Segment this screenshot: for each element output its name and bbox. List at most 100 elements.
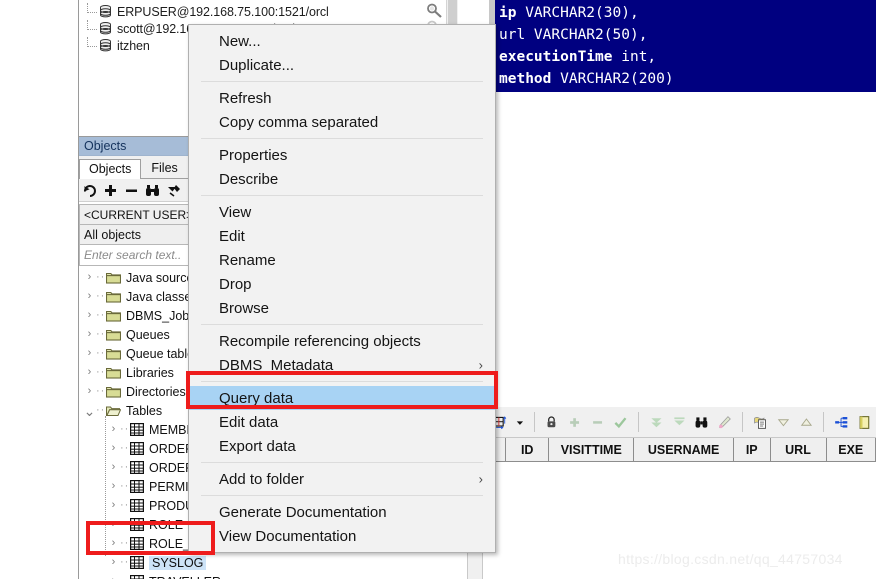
chevron-right-icon[interactable]: › (107, 477, 120, 496)
tree-branch-line: ·· (120, 537, 130, 549)
chevron-right-icon[interactable]: › (107, 572, 120, 579)
tree-branch-line (87, 20, 97, 30)
chevron-right-icon[interactable]: › (107, 515, 120, 534)
commit-check-icon[interactable] (613, 413, 628, 432)
chevron-right-icon[interactable]: › (107, 439, 120, 458)
connection-label: itzhen (117, 38, 150, 53)
menu-separator (201, 462, 483, 463)
chevron-right-icon[interactable]: › (107, 420, 120, 439)
menu-item-describe[interactable]: Describe (189, 167, 495, 191)
menu-item-query-data[interactable]: Query data (189, 386, 495, 410)
refresh-icon[interactable] (82, 183, 97, 198)
folder-icon (106, 386, 121, 398)
menu-item-refresh[interactable]: Refresh (189, 86, 495, 110)
chevron-down-icon[interactable]: ⌄ (83, 404, 96, 418)
menu-item-rename[interactable]: Rename (189, 248, 495, 272)
menu-item-view[interactable]: View (189, 200, 495, 224)
chevron-right-icon[interactable]: › (107, 534, 120, 553)
menu-item-export-data[interactable]: Export data (189, 434, 495, 458)
export-down-icon[interactable] (649, 413, 664, 432)
add-icon[interactable] (103, 183, 118, 198)
menu-item-edit[interactable]: Edit (189, 224, 495, 248)
chevron-right-icon[interactable]: › (83, 382, 96, 401)
menu-item-recompile-referencing-objects[interactable]: Recompile referencing objects (189, 329, 495, 353)
sql-type-text: VARCHAR2(50), (525, 27, 648, 43)
menu-item-view-documentation[interactable]: View Documentation (189, 524, 495, 548)
menu-item-label: Properties (219, 146, 288, 164)
grid-column-header[interactable]: VISITTIME (549, 438, 635, 461)
tree-branch-line: ·· (120, 518, 130, 530)
chevron-right-icon[interactable]: › (83, 325, 96, 344)
highlight-icon[interactable] (717, 413, 732, 432)
grid-column-header[interactable]: URL (770, 438, 827, 461)
menu-item-properties[interactable]: Properties (189, 143, 495, 167)
tree-item-label: SYSLOG (149, 555, 207, 570)
menu-item-dbms-metadata[interactable]: DBMS_Metadata › (189, 353, 495, 377)
tree-branch-line: ·· (120, 556, 130, 568)
tab-files[interactable]: Files (141, 158, 188, 178)
menu-item-label: Recompile referencing objects (219, 332, 421, 350)
sql-identifier: method (499, 71, 552, 87)
menu-item-new[interactable]: New... (189, 29, 495, 53)
remove-row-icon[interactable] (590, 413, 605, 432)
menu-item-drop[interactable]: Drop (189, 272, 495, 296)
tree-branch-line: ·· (96, 290, 106, 302)
tree-branch-line: ·· (96, 347, 106, 359)
chevron-right-icon[interactable]: › (83, 306, 96, 325)
menu-item-copy-comma-separated[interactable]: Copy comma separated (189, 110, 495, 134)
sort-asc-icon[interactable] (799, 413, 814, 432)
filter-icon[interactable] (166, 183, 181, 198)
grid-column-header[interactable]: ID (506, 438, 550, 461)
tree-branch-line: ·· (120, 423, 130, 435)
chevron-right-icon[interactable]: › (107, 496, 120, 515)
chevron-right-icon[interactable]: › (83, 268, 96, 287)
grid-column-header[interactable]: EXE (826, 438, 876, 461)
menu-item-label: Refresh (219, 89, 272, 107)
grid-column-header[interactable]: IP (733, 438, 771, 461)
app-root: ERPUSER@192.168.75.100:1521/orclscott@19… (0, 0, 876, 579)
tree-item-label: Libraries (126, 365, 174, 380)
binoculars-icon[interactable] (694, 413, 709, 432)
tree-branch-line: ·· (96, 328, 106, 340)
database-icon (100, 5, 111, 18)
fetch-all-icon[interactable] (672, 413, 687, 432)
object-context-menu[interactable]: New... Duplicate... Refresh Copy comma sepa… (188, 24, 496, 553)
tab-objects[interactable]: Objects (79, 159, 142, 179)
chevron-right-icon[interactable]: › (83, 344, 96, 363)
sql-identifier: executionTime (499, 49, 613, 65)
relations-icon[interactable] (834, 413, 849, 432)
menu-item-edit-data[interactable]: Edit data (189, 410, 495, 434)
tree-item-syslog[interactable]: › ·· SYSLOG (79, 553, 459, 572)
lock-icon[interactable] (544, 413, 559, 432)
connection-item[interactable]: ERPUSER@192.168.75.100:1521/orcl (79, 3, 459, 20)
result-grid-toolbar (489, 407, 876, 438)
menu-item-browse[interactable]: Browse (189, 296, 495, 320)
magnifier-icon[interactable] (426, 2, 443, 19)
sort-desc-icon[interactable] (776, 413, 791, 432)
tree-branch-line: ·· (120, 572, 130, 579)
remove-icon[interactable] (124, 183, 139, 198)
menu-item-generate-documentation[interactable]: Generate Documentation (189, 500, 495, 524)
tree-item-traveller[interactable]: ›·· TRAVELLER (79, 572, 459, 579)
tree-branch-line: ·· (96, 404, 106, 416)
menu-item-duplicate[interactable]: Duplicate... (189, 53, 495, 77)
dropdown-arrow-icon[interactable] (516, 413, 524, 432)
menu-item-label: Drop (219, 275, 252, 293)
chevron-right-icon[interactable]: › (83, 363, 96, 382)
tree-branch-line (87, 3, 97, 13)
tree-item-label: Directories (126, 384, 186, 399)
notes-icon[interactable] (857, 413, 872, 432)
menu-item-add-to-folder[interactable]: Add to folder › (189, 467, 495, 491)
menu-item-label: Rename (219, 251, 276, 269)
sql-identifier: url (499, 27, 526, 43)
grid-column-header[interactable]: USERNAME (634, 438, 734, 461)
tree-branch-line: ·· (96, 385, 106, 397)
sql-editor[interactable]: ip VARCHAR2(30), url VARCHAR2(50), execu… (489, 0, 876, 92)
add-row-icon[interactable] (567, 413, 582, 432)
copy-paste-icon[interactable] (753, 413, 768, 432)
chevron-right-icon[interactable]: › (83, 287, 96, 306)
binoculars-icon[interactable] (145, 183, 160, 198)
chevron-right-icon[interactable]: › (107, 553, 120, 572)
chevron-right-icon[interactable]: › (107, 458, 120, 477)
result-grid-header: ID VISITTIME USERNAME IP URL EXE (489, 438, 876, 462)
